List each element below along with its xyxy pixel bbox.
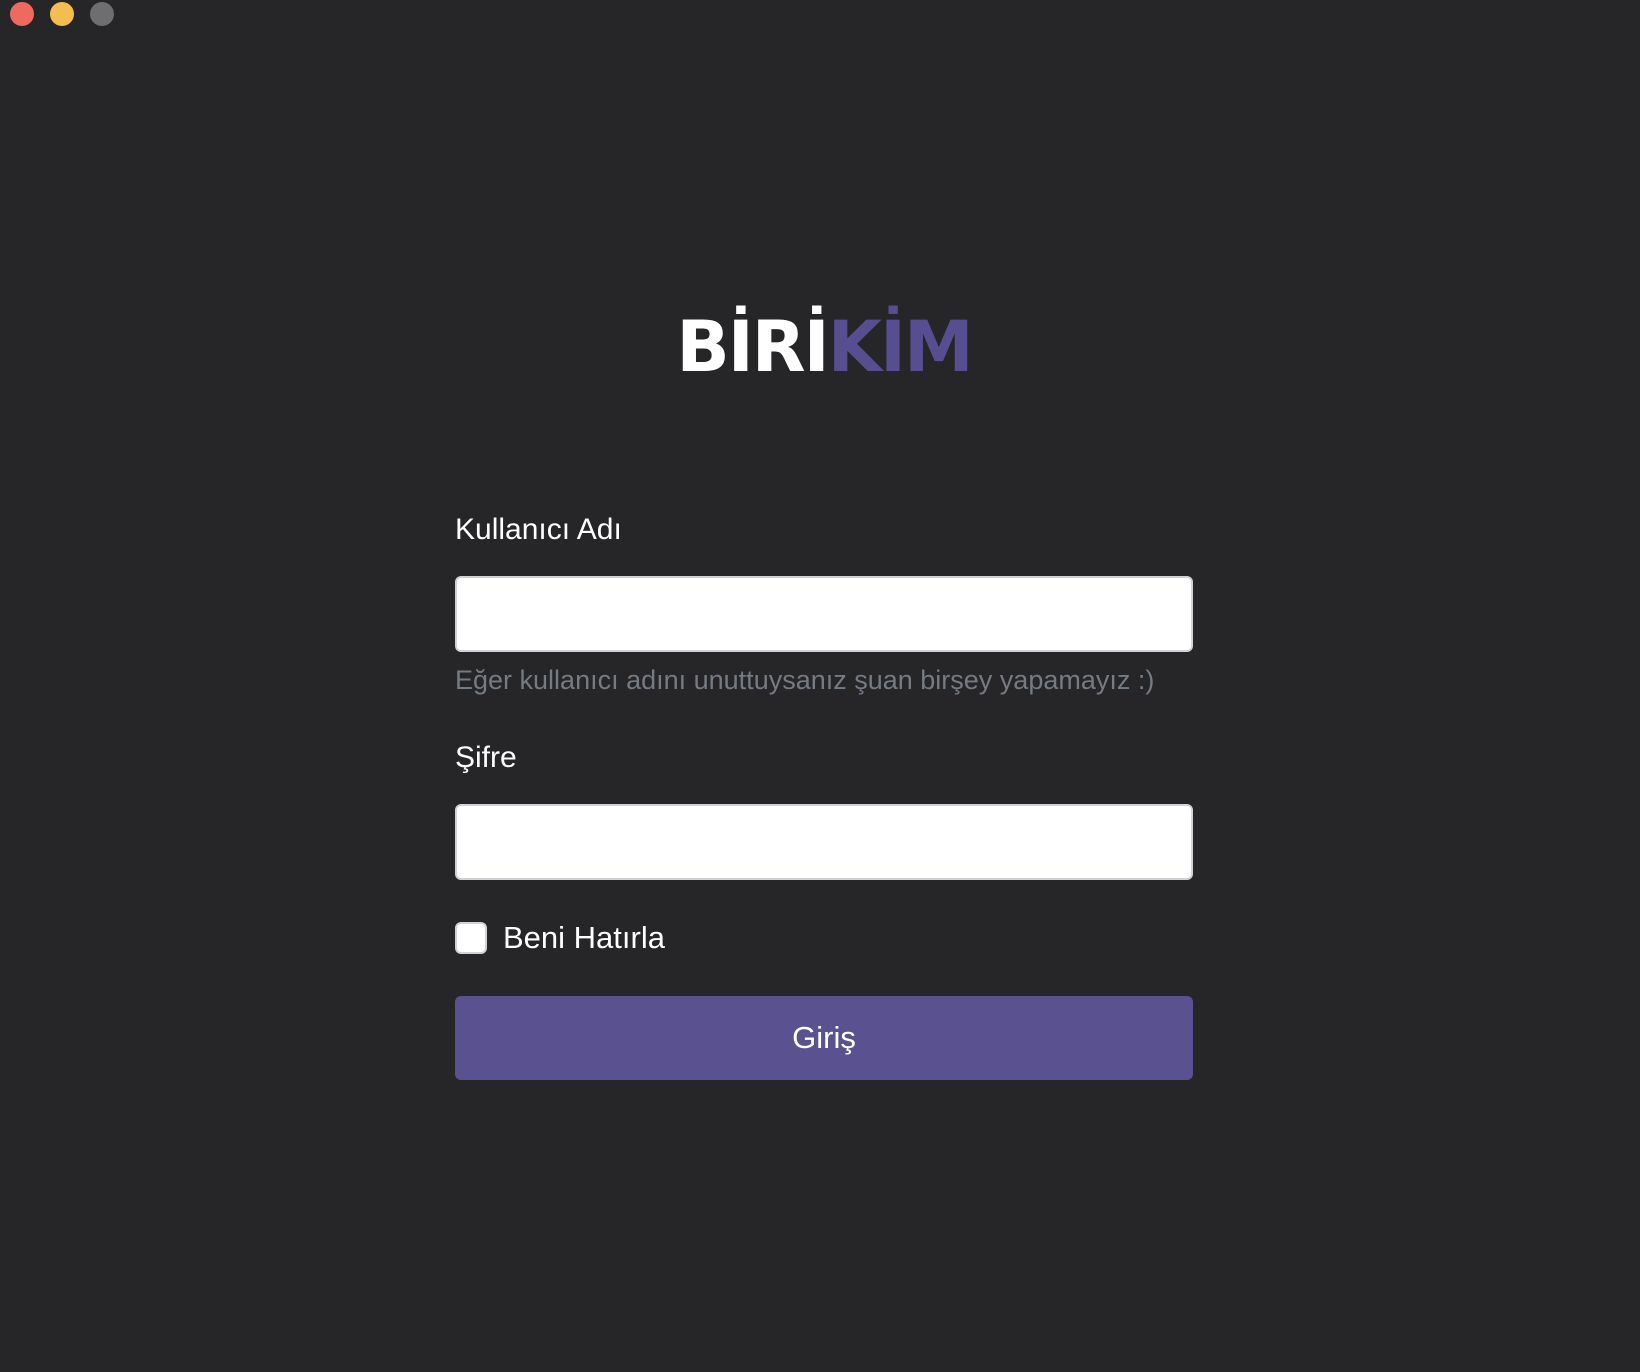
remember-me-row[interactable]: Beni Hatırla xyxy=(455,920,1193,956)
logo-text-purple: KİM xyxy=(827,306,974,388)
remember-me-label[interactable]: Beni Hatırla xyxy=(503,920,665,956)
login-form: Kullanıcı Adı Eğer kullanıcı adını unutt… xyxy=(455,510,1193,1080)
username-input[interactable] xyxy=(455,576,1193,652)
logo-text-white: BİRİ xyxy=(676,306,829,388)
app-logo: BİRİKİM xyxy=(0,312,1640,382)
password-input[interactable] xyxy=(455,804,1193,880)
window-controls xyxy=(10,2,114,26)
minimize-window-button[interactable] xyxy=(50,2,74,26)
remember-me-checkbox[interactable] xyxy=(455,922,487,954)
app-window: BİRİKİM Kullanıcı Adı Eğer kullanıcı adı… xyxy=(0,0,1640,1372)
username-help-text: Eğer kullanıcı adını unuttuysanız şuan b… xyxy=(455,665,1155,695)
login-button[interactable]: Giriş xyxy=(455,996,1193,1080)
password-label: Şifre xyxy=(455,741,517,774)
close-window-button[interactable] xyxy=(10,2,34,26)
username-label: Kullanıcı Adı xyxy=(455,513,622,546)
zoom-window-button[interactable] xyxy=(90,2,114,26)
